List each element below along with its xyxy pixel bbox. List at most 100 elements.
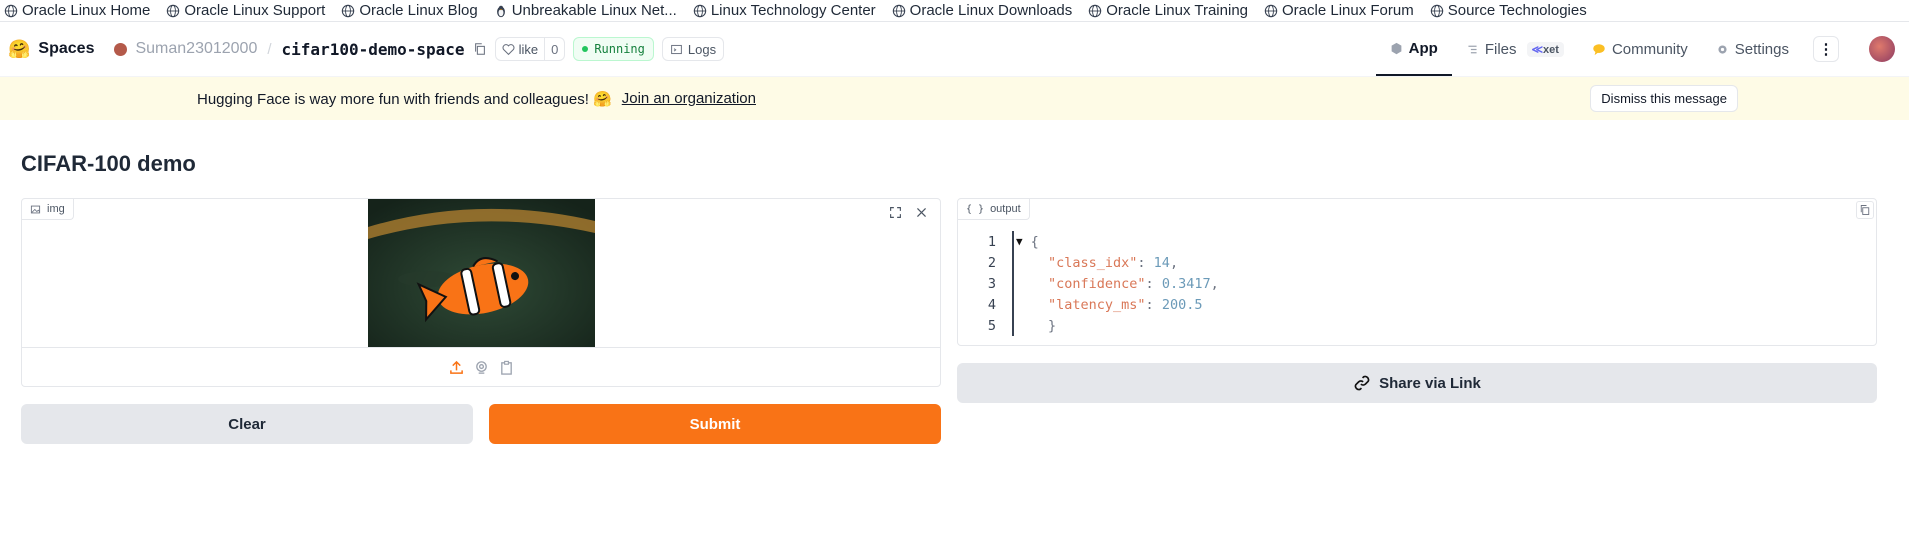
bookmark-label: Oracle Linux Downloads xyxy=(909,2,1073,19)
gear-icon xyxy=(1718,44,1727,54)
org-banner: Hugging Face is way more fun with friend… xyxy=(0,77,1909,120)
penguin-icon xyxy=(496,5,505,17)
json-key: "latency_ms" xyxy=(1048,296,1146,313)
share-via-link-button[interactable]: Share via Link xyxy=(957,363,1877,403)
user-link[interactable]: Suman23012000 xyxy=(135,40,257,58)
copy-output-button[interactable] xyxy=(1856,201,1874,219)
json-value: 0.3417 xyxy=(1161,275,1211,292)
dismiss-button[interactable]: Dismiss this message xyxy=(1590,85,1738,112)
like-label: like xyxy=(518,41,539,57)
globe-icon xyxy=(342,4,355,17)
json-brace: { xyxy=(1030,233,1039,250)
copy-icon[interactable] xyxy=(473,42,487,56)
tab-files-label: Files xyxy=(1484,40,1517,58)
code-gutter xyxy=(996,315,1014,336)
heart-icon xyxy=(502,43,515,55)
tab-community-label: Community xyxy=(1611,40,1688,58)
tab-community[interactable]: Community xyxy=(1578,22,1702,76)
bookmark-oracle-linux-blog[interactable]: Oracle Linux Blog xyxy=(341,2,478,19)
output-label: { } output xyxy=(958,199,1030,220)
xet-icon: ≪ xyxy=(1531,43,1544,56)
banner-text: Hugging Face is way more fun with friend… xyxy=(197,90,612,108)
code-line: 5 } xyxy=(958,315,1219,336)
json-key: "confidence" xyxy=(1048,275,1146,292)
tab-files[interactable]: Files ≪xet xyxy=(1452,22,1578,76)
logs-button[interactable]: Logs xyxy=(661,37,725,61)
line-number: 3 xyxy=(987,275,996,292)
tab-settings[interactable]: Settings xyxy=(1702,22,1803,76)
clear-image-button[interactable] xyxy=(912,203,930,221)
bookmark-source-technologies[interactable]: Source Technologies xyxy=(1430,2,1587,19)
globe-icon xyxy=(1264,4,1278,17)
status-dot-icon xyxy=(582,46,589,52)
chat-icon xyxy=(1593,44,1605,56)
line-number: 5 xyxy=(987,317,996,334)
user-avatar xyxy=(114,42,128,56)
expand-icon xyxy=(889,206,901,218)
bookmark-label: Oracle Linux Home xyxy=(22,2,151,19)
status-label: Running xyxy=(594,42,645,56)
bookmark-label: Oracle Linux Support xyxy=(184,2,326,19)
code-line: 2 "class_idx": 14, xyxy=(958,252,1219,273)
globe-icon xyxy=(693,4,707,17)
bookmark-oracle-linux-downloads[interactable]: Oracle Linux Downloads xyxy=(892,2,1073,19)
logs-label: Logs xyxy=(687,41,717,57)
collapse-toggle-icon[interactable]: ▼ xyxy=(1016,235,1023,248)
fullscreen-button[interactable] xyxy=(886,203,904,221)
globe-icon xyxy=(167,4,180,17)
cube-icon xyxy=(1391,42,1402,54)
source-selector xyxy=(22,347,940,387)
globe-icon xyxy=(892,4,905,17)
input-label-text: img xyxy=(47,203,65,215)
spaces-link[interactable]: Spaces xyxy=(38,40,94,58)
bookmark-unbreakable-linux-network[interactable]: Unbreakable Linux Net... xyxy=(494,2,677,19)
status-badge[interactable]: Running xyxy=(573,37,654,61)
clear-button[interactable]: Clear xyxy=(21,404,473,444)
page-title: CIFAR-100 demo xyxy=(21,151,196,176)
bookmark-label: Oracle Linux Forum xyxy=(1282,2,1414,19)
submit-button[interactable]: Submit xyxy=(489,404,941,444)
code-line: 1 ▼ { xyxy=(958,231,1219,252)
braces-icon: { } xyxy=(966,203,985,215)
json-value: 14 xyxy=(1153,254,1170,271)
tab-app[interactable]: App xyxy=(1375,22,1452,76)
logs-icon xyxy=(671,44,682,54)
globe-icon xyxy=(1430,4,1443,17)
clipboard-icon[interactable] xyxy=(499,360,514,375)
like-button[interactable]: like 0 xyxy=(494,37,566,61)
join-organization-link[interactable]: Join an organization xyxy=(622,90,756,107)
code-gutter xyxy=(996,231,1014,252)
bookmark-oracle-linux-forum[interactable]: Oracle Linux Forum xyxy=(1264,2,1414,19)
tab-app-label: App xyxy=(1408,39,1438,57)
upload-icon[interactable] xyxy=(449,360,464,375)
bookmark-linux-technology-center[interactable]: Linux Technology Center xyxy=(693,2,876,19)
bookmark-oracle-linux-home[interactable]: Oracle Linux Home xyxy=(4,2,150,19)
code-gutter xyxy=(996,294,1014,315)
code-gutter xyxy=(996,252,1014,273)
bookmark-label: Oracle Linux Blog xyxy=(359,2,478,19)
copy-icon xyxy=(1860,205,1870,215)
bookmark-oracle-linux-training[interactable]: Oracle Linux Training xyxy=(1088,2,1248,19)
tab-settings-label: Settings xyxy=(1734,40,1789,58)
close-icon xyxy=(916,207,926,217)
repo-name[interactable]: cifar100-demo-space xyxy=(282,40,465,59)
link-icon xyxy=(1354,375,1370,391)
share-label: Share via Link xyxy=(1379,374,1481,392)
bookmark-oracle-linux-support[interactable]: Oracle Linux Support xyxy=(166,2,325,19)
account-avatar[interactable] xyxy=(1869,36,1895,62)
hugging-face-logo-icon[interactable]: 🤗 xyxy=(8,39,30,60)
code-line: 4 "latency_ms": 200.5 xyxy=(958,294,1219,315)
json-value: 200.5 xyxy=(1161,296,1203,313)
like-count[interactable]: 0 xyxy=(544,38,564,60)
bookmark-label: Linux Technology Center xyxy=(710,2,876,19)
image-icon xyxy=(30,205,41,213)
code-gutter xyxy=(996,273,1014,294)
bookmark-label: Oracle Linux Training xyxy=(1106,2,1249,19)
input-label: img xyxy=(22,199,74,220)
line-number: 4 xyxy=(987,296,996,313)
xet-badge: ≪xet xyxy=(1526,41,1564,57)
uploaded-image xyxy=(368,199,595,347)
files-icon xyxy=(1468,45,1477,53)
webcam-icon[interactable] xyxy=(474,360,489,375)
more-menu-button[interactable]: ⋮ xyxy=(1813,36,1839,62)
